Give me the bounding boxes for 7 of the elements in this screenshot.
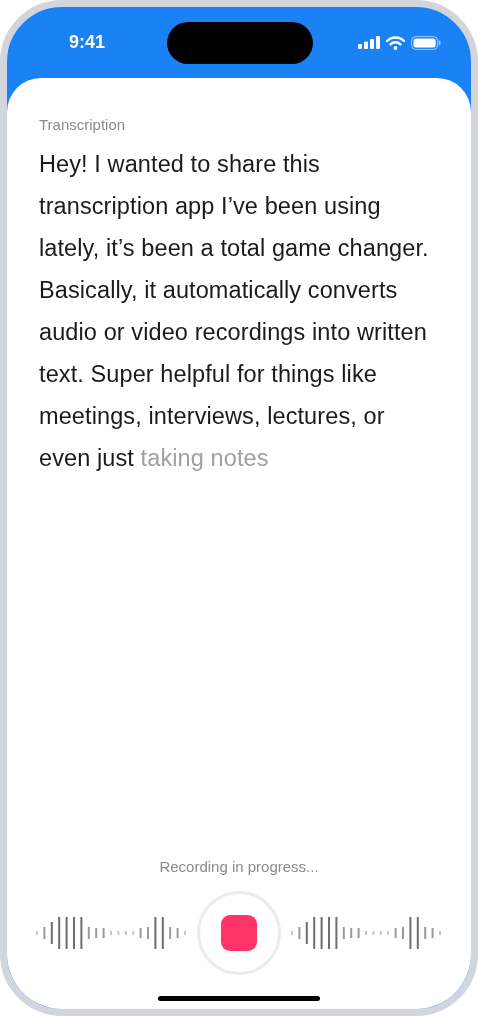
- status-time: 9:41: [69, 32, 107, 53]
- wifi-icon: [386, 35, 405, 50]
- section-label: Transcription: [39, 116, 127, 133]
- signal-icon: [358, 36, 380, 49]
- transcript-text: Hey! I wanted to share this transcription app I’ve been using lately, it’s been a total game changer. Basically, it automatically converts audio or video recordings into written text. Super helpful for things like meetings, interviews, lectures, or even just taking notes: [39, 150, 430, 473]
- recording-status: Recording in progress...: [159, 858, 319, 875]
- battery-icon: [411, 35, 441, 50]
